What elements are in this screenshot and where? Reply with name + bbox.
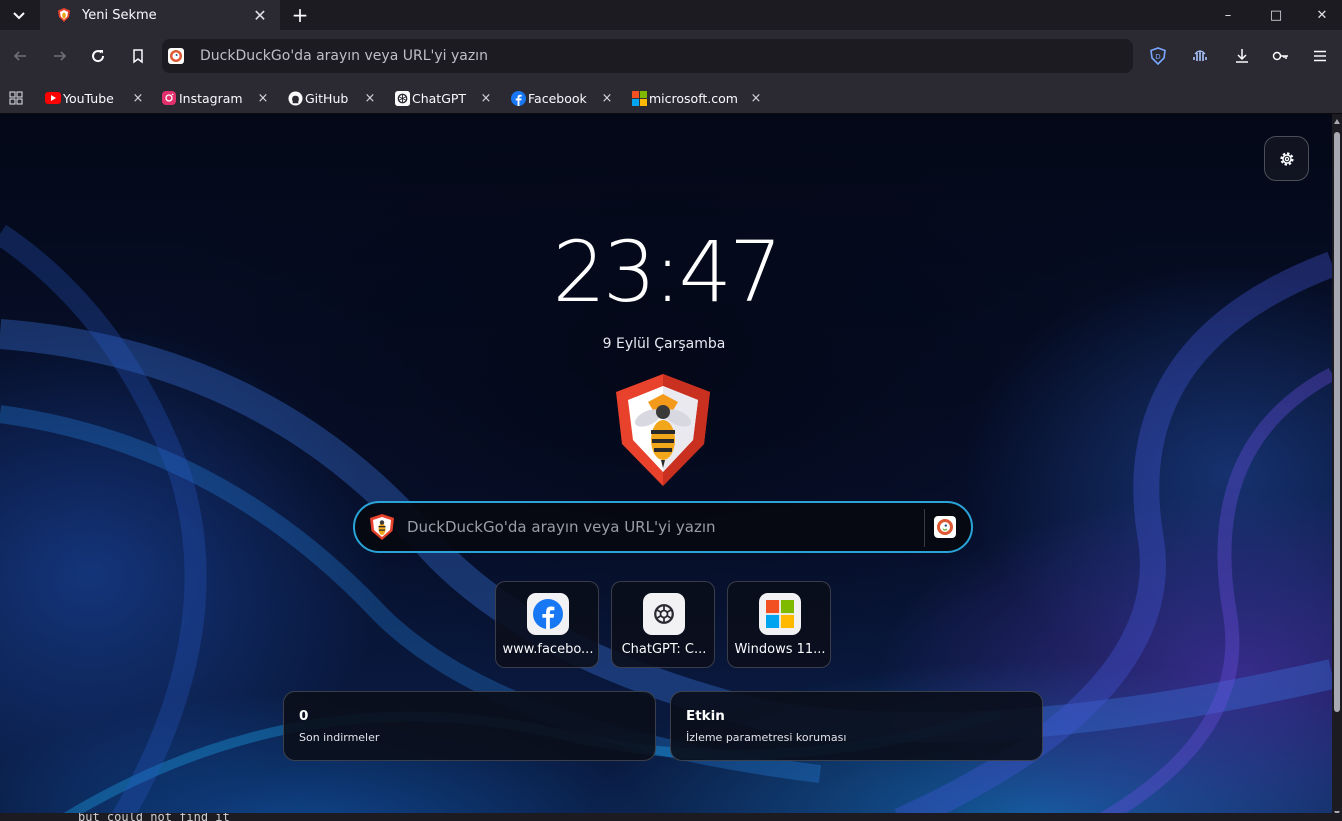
new-tab-button[interactable]: + xyxy=(286,2,314,28)
bookmark-label: GitHub xyxy=(305,90,349,106)
microsoft-icon xyxy=(631,90,647,106)
top-site-label: ChatGPT: C... xyxy=(621,642,707,657)
gear-icon xyxy=(1279,151,1294,166)
shield-icon: D xyxy=(1150,47,1166,65)
instagram-icon xyxy=(162,91,176,105)
url-bar[interactable] xyxy=(162,39,1133,73)
menu-icon xyxy=(1314,50,1326,62)
navigation-toolbar: D xyxy=(0,30,1342,82)
chatgpt-icon xyxy=(394,90,410,106)
back-icon xyxy=(13,51,26,61)
download-icon xyxy=(1236,49,1248,63)
bookmark-label: Instagram xyxy=(179,90,243,106)
search-engine-button[interactable] xyxy=(934,516,956,538)
facebook-icon xyxy=(510,90,526,106)
newtab-search-box[interactable] xyxy=(353,501,973,553)
chevron-down-icon xyxy=(13,12,25,20)
hornet-shield-icon xyxy=(370,514,394,540)
app-menu-button[interactable] xyxy=(1304,40,1336,72)
minimize-button[interactable]: – xyxy=(1205,0,1251,30)
tab-new-tab[interactable]: Yeni Sekme ✕ xyxy=(40,0,280,30)
top-site-windows[interactable]: Windows 11... xyxy=(727,581,831,668)
downloads-card[interactable]: 0 Son indirmeler xyxy=(283,691,656,761)
close-window-button[interactable]: ✕ xyxy=(1299,0,1342,30)
forward-button[interactable] xyxy=(44,40,76,72)
voice-button[interactable] xyxy=(1184,40,1216,72)
bookmark-page-button[interactable] xyxy=(122,40,154,72)
tracking-protection-status: Etkin xyxy=(686,708,725,724)
url-input[interactable] xyxy=(200,48,1100,64)
bookmark-remove-button[interactable]: × xyxy=(256,89,270,107)
top-site-chatgpt[interactable]: ChatGPT: C... xyxy=(611,581,715,668)
tracking-protection-label: İzleme parametresi koruması xyxy=(686,731,847,744)
newtab-search-input[interactable] xyxy=(407,518,907,536)
bookmark-label: microsoft.com xyxy=(649,90,738,106)
bookmark-remove-button[interactable]: × xyxy=(600,89,614,107)
reload-icon xyxy=(92,50,105,63)
bookmark-label: YouTube xyxy=(63,90,114,106)
chatgpt-icon xyxy=(654,604,674,624)
svg-text:D: D xyxy=(1155,53,1160,61)
key-icon xyxy=(1272,51,1288,61)
youtube-icon xyxy=(45,92,61,104)
customize-button[interactable] xyxy=(1264,136,1309,181)
tab-strip: Yeni Sekme ✕ + – □ ✕ xyxy=(0,0,1342,30)
page-scrollbar[interactable] xyxy=(1332,114,1342,821)
passwords-button[interactable] xyxy=(1265,40,1297,72)
hornet-shield-logo-icon xyxy=(616,374,710,486)
bookmark-facebook[interactable]: Facebook xyxy=(510,88,587,108)
bookmark-remove-button[interactable]: × xyxy=(363,89,377,107)
search-divider xyxy=(924,509,925,547)
new-tab-page: 23:47 9 Eylül Çarşamba www.facebo... Cha… xyxy=(0,114,1332,821)
bookmark-label: ChatGPT xyxy=(412,90,467,106)
reload-button[interactable] xyxy=(82,40,114,72)
bookmark-youtube[interactable]: YouTube xyxy=(45,88,114,108)
tab-close-button[interactable]: ✕ xyxy=(248,3,272,27)
date-label: 9 Eylül Çarşamba xyxy=(602,336,726,352)
top-site-label: Windows 11... xyxy=(734,642,826,657)
microsoft-icon xyxy=(766,600,794,628)
downloads-button[interactable] xyxy=(1226,40,1258,72)
downloads-count: 0 xyxy=(299,708,309,724)
terminal-text: but could not find it xyxy=(78,813,230,821)
hornet-shield-icon xyxy=(58,8,70,22)
duckduckgo-icon xyxy=(168,48,184,64)
back-button[interactable] xyxy=(4,40,36,72)
voice-icon xyxy=(1193,50,1207,61)
bookmark-remove-button[interactable]: × xyxy=(479,89,493,107)
scrollbar-thumb[interactable] xyxy=(1334,132,1340,712)
tab-title: Yeni Sekme xyxy=(82,7,157,23)
bookmark-remove-button[interactable]: × xyxy=(749,89,763,107)
bookmark-instagram[interactable]: Instagram xyxy=(161,88,243,108)
scroll-up-arrow-icon[interactable] xyxy=(1334,119,1340,124)
tab-list-button[interactable] xyxy=(0,0,38,30)
grid-icon xyxy=(9,91,23,105)
clock: 23:47 xyxy=(552,223,782,321)
top-site-facebook[interactable]: www.facebo... xyxy=(495,581,599,668)
downloads-card-label: Son indirmeler xyxy=(299,731,380,744)
forward-icon xyxy=(54,51,67,61)
background-terminal-strip: but could not find it xyxy=(0,813,1342,821)
facebook-icon xyxy=(533,599,563,629)
bookmark-label: Facebook xyxy=(528,90,587,106)
bookmark-chatgpt[interactable]: ChatGPT xyxy=(394,88,466,108)
bookmarks-toolbar: YouTube × Instagram × GitHub × ChatGPT ×… xyxy=(0,82,1342,114)
github-icon xyxy=(287,90,303,106)
bookmark-github[interactable]: GitHub xyxy=(287,88,348,108)
bookmark-remove-button[interactable]: × xyxy=(131,89,145,107)
maximize-button[interactable]: □ xyxy=(1253,0,1299,30)
top-site-label: www.facebo... xyxy=(502,642,594,657)
apps-button[interactable] xyxy=(6,89,26,107)
shield-button[interactable]: D xyxy=(1142,40,1174,72)
bookmark-microsoft[interactable]: microsoft.com xyxy=(631,88,738,108)
duckduckgo-icon xyxy=(937,519,953,535)
bookmark-icon xyxy=(133,49,143,64)
tracking-protection-card[interactable]: Etkin İzleme parametresi koruması xyxy=(670,691,1043,761)
